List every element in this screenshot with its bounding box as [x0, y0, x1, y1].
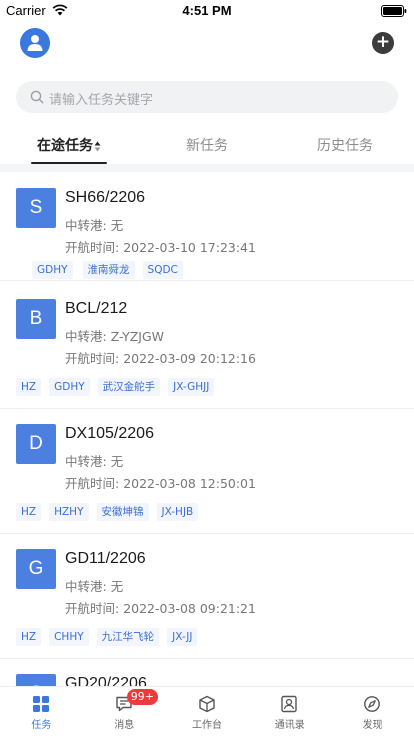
transfer-port: 中转港: Z-YZJGW	[65, 326, 164, 345]
clock: 4:51 PM	[182, 3, 232, 18]
divider	[0, 164, 414, 172]
tag: 淮南舜龙	[82, 261, 135, 279]
tab-in-transit[interactable]: 在途任务	[0, 135, 138, 155]
task-badge: G	[16, 674, 56, 686]
tag: JX-GHJJ	[168, 378, 215, 396]
task-badge: S	[16, 188, 56, 228]
tag-list: HZ CHHY 九江华飞轮 JX-JJ	[16, 625, 205, 646]
task-title: DX105/2206	[65, 425, 154, 442]
tag-list: HZ GDHY 武汉金舵手 JX-GHJJ	[16, 375, 222, 396]
task-card[interactable]: G GD20/2206	[0, 659, 414, 686]
departure-time: 开航时间: 2022-03-08 09:21:21	[65, 598, 256, 617]
departure-time: 开航时间: 2022-03-09 20:12:16	[65, 348, 256, 367]
tag: HZHY	[49, 503, 89, 521]
search-icon	[30, 90, 44, 104]
header: +	[0, 26, 414, 60]
departure-time-label: 开航时间:	[65, 351, 120, 366]
tag: SQDC	[142, 261, 183, 279]
task-list[interactable]: S SH66/2206 中转港: 无 开航时间: 2022-03-10 17:2…	[0, 172, 414, 686]
transfer-port-value: Z-YZJGW	[110, 329, 165, 344]
task-title: SH66/2206	[65, 189, 146, 206]
tag: JX-JJ	[167, 628, 198, 646]
tab-label: 在途任务	[37, 138, 93, 154]
tab-bar-label: 发现	[362, 720, 383, 731]
sort-icon	[94, 141, 101, 151]
departure-time-label: 开航时间:	[65, 240, 120, 255]
tab-bar-item-contacts[interactable]: 通讯录	[248, 687, 331, 736]
tag: GDHY	[49, 378, 90, 396]
transfer-port: 中转港: 无	[65, 451, 123, 470]
departure-time: 开航时间: 2022-03-08 12:50:01	[65, 473, 256, 492]
departure-time-value: 2022-03-08 09:21:21	[123, 601, 256, 616]
departure-time-label: 开航时间:	[65, 476, 120, 491]
box-icon	[198, 695, 215, 713]
bottom-tab-bar: 任务 99+ 消息 工作台 通讯录 发现	[0, 686, 414, 736]
user-icon	[27, 35, 43, 51]
tab-bar-item-discover[interactable]: 发现	[331, 687, 414, 736]
transfer-port: 中转港: 无	[65, 576, 123, 595]
transfer-port-value: 无	[110, 454, 124, 469]
grid-icon	[33, 696, 49, 712]
compass-icon	[364, 696, 381, 712]
tag: 安徽坤锦	[96, 503, 149, 521]
contacts-icon	[281, 695, 298, 713]
status-bar: Carrier 4:51 PM	[0, 0, 414, 22]
message-count-badge: 99+	[126, 689, 159, 705]
tab-label: 新任务	[186, 138, 228, 154]
tab-new[interactable]: 新任务	[138, 135, 276, 155]
transfer-port-label: 中转港:	[65, 218, 107, 233]
task-card[interactable]: B BCL/212 中转港: Z-YZJGW 开航时间: 2022-03-09 …	[0, 281, 414, 409]
avatar[interactable]	[20, 28, 50, 58]
tab-label: 历史任务	[317, 138, 373, 154]
departure-time-label: 开航时间:	[65, 601, 120, 616]
plus-icon: +	[375, 32, 391, 52]
departure-time: 开航时间: 2022-03-10 17:23:41	[65, 237, 256, 256]
task-card[interactable]: G GD11/2206 中转港: 无 开航时间: 2022-03-08 09:2…	[0, 534, 414, 659]
task-title: BCL/212	[65, 300, 128, 317]
task-tabs: 在途任务 新任务 历史任务	[0, 126, 414, 164]
tag: 武汉金舵手	[97, 378, 161, 396]
transfer-port-label: 中转港:	[65, 579, 107, 594]
tab-bar-label: 任务	[31, 720, 52, 731]
departure-time-value: 2022-03-10 17:23:41	[123, 240, 256, 255]
task-badge: D	[16, 424, 56, 464]
tab-bar-item-messages[interactable]: 99+ 消息	[83, 687, 166, 736]
tag-list: GDHY 淮南舜龙 SQDC	[16, 258, 191, 279]
tag: GDHY	[32, 261, 73, 279]
tag: JX-HJB	[156, 503, 199, 521]
search-input[interactable]: 请输入任务关键字	[16, 81, 398, 113]
tag: HZ	[16, 378, 42, 396]
tab-bar-label: 工作台	[191, 720, 222, 731]
task-badge: B	[16, 299, 56, 339]
search-placeholder: 请输入任务关键字	[49, 93, 154, 108]
tab-bar-item-workbench[interactable]: 工作台	[166, 687, 249, 736]
tag-list: HZ HZHY 安徽坤锦 JX-HJB	[16, 500, 206, 521]
transfer-port-value: 无	[110, 218, 124, 233]
tag: HZ	[16, 503, 42, 521]
departure-time-value: 2022-03-09 20:12:16	[123, 351, 256, 366]
transfer-port-value: 无	[110, 579, 124, 594]
tab-bar-label: 通讯录	[274, 720, 305, 731]
task-title: GD11/2206	[65, 550, 146, 567]
tag: 九江华飞轮	[96, 628, 160, 646]
tab-bar-item-tasks[interactable]: 任务	[0, 687, 83, 736]
tag: CHHY	[49, 628, 89, 646]
transfer-port-label: 中转港:	[65, 329, 107, 344]
task-title: GD20/2206	[65, 675, 147, 686]
tab-bar-label: 消息	[114, 720, 135, 731]
task-card[interactable]: D DX105/2206 中转港: 无 开航时间: 2022-03-08 12:…	[0, 409, 414, 534]
add-button[interactable]: +	[372, 32, 394, 54]
departure-time-value: 2022-03-08 12:50:01	[123, 476, 256, 491]
transfer-port-label: 中转港:	[65, 454, 107, 469]
battery-icon	[381, 5, 407, 17]
tag: HZ	[16, 628, 42, 646]
task-badge: G	[16, 549, 56, 589]
tab-history[interactable]: 历史任务	[276, 135, 414, 155]
task-card[interactable]: S SH66/2206 中转港: 无 开航时间: 2022-03-10 17:2…	[0, 172, 414, 281]
transfer-port: 中转港: 无	[65, 215, 123, 234]
